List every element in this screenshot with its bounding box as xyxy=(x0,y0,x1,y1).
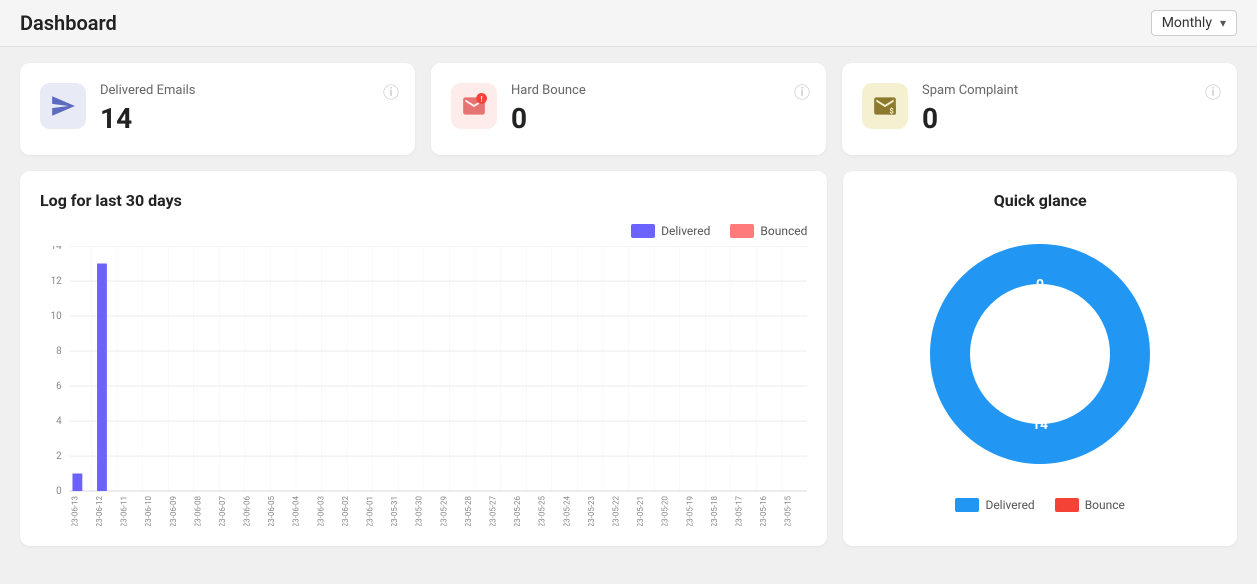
delivered-icon-box xyxy=(40,83,86,129)
bounced-legend-item: Bounced xyxy=(730,224,807,238)
svg-text:2023-05-22: 2023-05-22 xyxy=(612,495,621,526)
bar-chart-area: 0 2 4 6 8 10 12 14 xyxy=(40,246,807,526)
svg-text:$: $ xyxy=(889,107,893,116)
svg-text:2023-06-06: 2023-06-06 xyxy=(243,495,252,526)
svg-text:4: 4 xyxy=(56,416,62,427)
svg-text:2023-05-31: 2023-05-31 xyxy=(390,496,399,526)
svg-text:2023-06-05: 2023-06-05 xyxy=(267,495,276,526)
svg-text:0: 0 xyxy=(1036,277,1044,293)
period-selector[interactable]: Monthly ▾ xyxy=(1151,10,1237,36)
donut-svg: 0 14 xyxy=(920,234,1160,474)
svg-text:0: 0 xyxy=(56,486,62,497)
svg-text:2023-05-20: 2023-05-20 xyxy=(661,496,670,526)
donut-delivered-color xyxy=(955,498,979,512)
svg-text:2023-05-30: 2023-05-30 xyxy=(415,496,424,526)
svg-text:6: 6 xyxy=(56,381,62,392)
donut-chart-container: 0 14 xyxy=(920,234,1160,474)
svg-text:2023-06-13: 2023-06-13 xyxy=(70,496,79,526)
svg-text:2: 2 xyxy=(56,451,62,462)
svg-text:2023-06-09: 2023-06-09 xyxy=(169,496,178,526)
svg-text:2023-06-07: 2023-06-07 xyxy=(218,495,227,526)
hard-bounce-label: Hard Bounce xyxy=(511,83,586,98)
donut-delivered-legend: Delivered xyxy=(955,498,1034,512)
svg-text:2023-05-26: 2023-05-26 xyxy=(513,495,522,526)
svg-text:2023-06-11: 2023-06-11 xyxy=(120,496,129,526)
period-label: Monthly xyxy=(1162,15,1212,31)
svg-text:2023-06-03: 2023-06-03 xyxy=(316,496,325,526)
svg-text:2023-06-02: 2023-06-02 xyxy=(341,495,350,526)
delivered-value: 14 xyxy=(100,102,195,135)
delivered-content: Delivered Emails 14 xyxy=(100,83,195,135)
metric-cards-row: Delivered Emails 14 ⓘ ! Hard Bounce 0 ⓘ xyxy=(20,63,1237,155)
spam-label: Spam Complaint xyxy=(922,83,1018,98)
svg-text:2023-05-29: 2023-05-29 xyxy=(439,496,448,526)
bounced-legend-label: Bounced xyxy=(760,224,807,238)
bounce-mail-icon: ! xyxy=(461,93,487,119)
delivered-info-icon[interactable]: ⓘ xyxy=(383,79,399,103)
svg-text:2023-05-28: 2023-05-28 xyxy=(464,495,473,526)
bar-06-12-delivered xyxy=(97,264,107,492)
svg-text:2023-05-25: 2023-05-25 xyxy=(538,495,547,526)
donut-delivered-label: Delivered xyxy=(985,498,1034,512)
spam-value: 0 xyxy=(922,102,1018,135)
spam-info-icon[interactable]: ⓘ xyxy=(1205,79,1221,103)
hard-bounce-icon-box: ! xyxy=(451,83,497,129)
donut-bounce-legend: Bounce xyxy=(1055,498,1125,512)
delivered-legend-color xyxy=(631,224,655,238)
spam-icon: $ xyxy=(872,93,898,119)
delivered-emails-card: Delivered Emails 14 ⓘ xyxy=(20,63,415,155)
donut-bounce-color xyxy=(1055,498,1079,512)
svg-text:2023-05-18: 2023-05-18 xyxy=(710,495,719,526)
delivered-label: Delivered Emails xyxy=(100,83,195,98)
delivered-legend-label: Delivered xyxy=(661,224,710,238)
hard-bounce-value: 0 xyxy=(511,102,586,135)
chart-title: Log for last 30 days xyxy=(40,191,807,210)
svg-text:2023-06-04: 2023-06-04 xyxy=(292,495,301,526)
bottom-section: Log for last 30 days Delivered Bounced xyxy=(20,171,1237,546)
svg-text:2023-06-08: 2023-06-08 xyxy=(193,495,202,526)
svg-text:2023-06-10: 2023-06-10 xyxy=(144,496,153,526)
paper-plane-icon xyxy=(50,93,76,119)
page-title: Dashboard xyxy=(20,11,117,35)
svg-text:2023-06-12: 2023-06-12 xyxy=(95,495,104,526)
bar-chart-svg: 0 2 4 6 8 10 12 14 xyxy=(40,246,807,526)
svg-text:2023-05-15: 2023-05-15 xyxy=(784,495,793,526)
svg-text:2023-06-01: 2023-06-01 xyxy=(366,496,375,526)
donut-card: Quick glance 0 14 Delivered xyxy=(843,171,1237,546)
donut-bounce-label: Bounce xyxy=(1085,498,1125,512)
main-content: Delivered Emails 14 ⓘ ! Hard Bounce 0 ⓘ xyxy=(0,47,1257,562)
svg-text:12: 12 xyxy=(51,276,62,287)
svg-text:14: 14 xyxy=(1032,417,1048,433)
hard-bounce-card: ! Hard Bounce 0 ⓘ xyxy=(431,63,826,155)
delivered-legend-item: Delivered xyxy=(631,224,710,238)
svg-text:2023-05-21: 2023-05-21 xyxy=(636,496,645,526)
bounced-legend-color xyxy=(730,224,754,238)
donut-title: Quick glance xyxy=(994,191,1087,210)
svg-text:2023-05-27: 2023-05-27 xyxy=(489,495,498,526)
svg-text:!: ! xyxy=(481,95,483,104)
svg-text:14: 14 xyxy=(51,246,62,252)
spam-content: Spam Complaint 0 xyxy=(922,83,1018,135)
spam-icon-box: $ xyxy=(862,83,908,129)
chart-card: Log for last 30 days Delivered Bounced xyxy=(20,171,827,546)
spam-card: $ Spam Complaint 0 ⓘ xyxy=(842,63,1237,155)
svg-text:2023-05-19: 2023-05-19 xyxy=(685,496,694,526)
svg-text:2023-05-17: 2023-05-17 xyxy=(735,495,744,526)
bar-06-13-delivered xyxy=(72,474,82,492)
svg-text:8: 8 xyxy=(56,346,62,357)
svg-text:2023-05-24: 2023-05-24 xyxy=(562,495,571,526)
svg-text:2023-05-16: 2023-05-16 xyxy=(759,495,768,526)
header: Dashboard Monthly ▾ xyxy=(0,0,1257,47)
chart-legend: Delivered Bounced xyxy=(40,224,807,238)
donut-legend: Delivered Bounce xyxy=(955,498,1124,512)
hard-bounce-info-icon[interactable]: ⓘ xyxy=(794,79,810,103)
chevron-down-icon: ▾ xyxy=(1220,16,1226,30)
hard-bounce-content: Hard Bounce 0 xyxy=(511,83,586,135)
svg-text:10: 10 xyxy=(51,311,62,322)
svg-text:2023-05-23: 2023-05-23 xyxy=(587,496,596,526)
